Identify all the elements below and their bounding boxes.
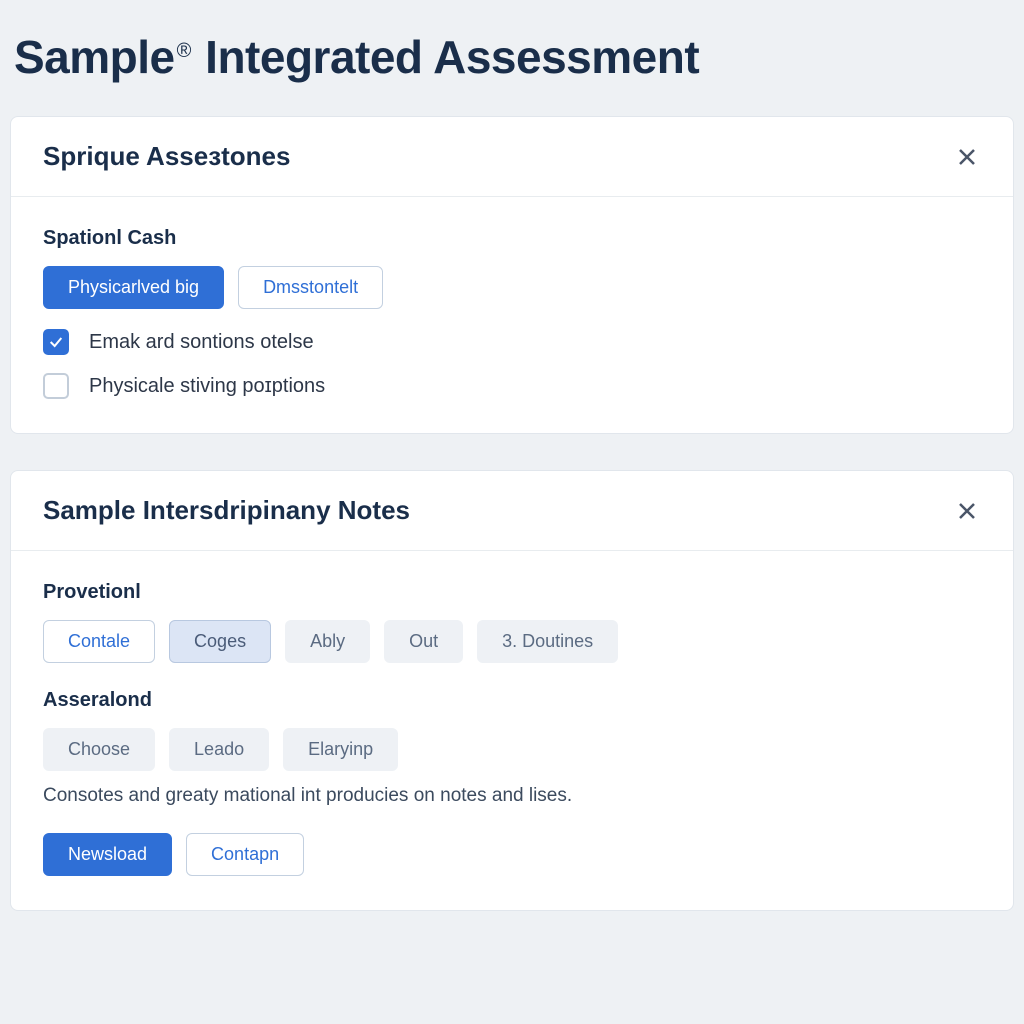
checkbox-label: Emak ard sontions otelse [89, 331, 314, 354]
card-assessments: Sprique Asseɜtones Spationl Cash Physica… [10, 116, 1014, 434]
checkbox-row: Emak ard sontions otelse [43, 329, 981, 355]
checkbox-physicale[interactable] [43, 373, 69, 399]
tab-choose[interactable]: Choose [43, 728, 155, 771]
tab-out[interactable]: Out [384, 620, 463, 663]
tab-leado[interactable]: Leado [169, 728, 269, 771]
card-body: Provetionl Contale Coges Ably Out 3. Dou… [11, 551, 1013, 910]
checkbox-emak[interactable] [43, 329, 69, 355]
newsload-button[interactable]: Newsload [43, 833, 172, 876]
title-suffix: Integrated Assessment [205, 31, 699, 83]
tab-ably[interactable]: Ably [285, 620, 370, 663]
close-button[interactable] [953, 497, 981, 525]
card-header: Sample Intersdripinany Notes [11, 471, 1013, 551]
section-label: Asseralond [43, 689, 981, 712]
tab-contale[interactable]: Contale [43, 620, 155, 663]
tabs-row: Contale Coges Ably Out 3. Doutines [43, 620, 981, 663]
card-body: Spationl Cash Physicarlved big Dmsstonte… [11, 197, 1013, 433]
tab-elaryinp[interactable]: Elaryinp [283, 728, 398, 771]
card-notes: Sample Intersdripinany Notes Provetionl … [10, 470, 1014, 911]
section-asseralond: Asseralond Choose Leado Elaryinp [43, 689, 981, 771]
page-title: Sample® Integrated Assessment [14, 30, 1014, 84]
title-prefix: Sample [14, 31, 175, 83]
contapn-button[interactable]: Contapn [186, 833, 304, 876]
secondary-button[interactable]: Dmsstontelt [238, 266, 383, 309]
registered-icon: ® [177, 40, 191, 62]
physical-button[interactable]: Physicarlved big [43, 266, 224, 309]
action-row: Newsload Contapn [43, 833, 981, 876]
checkbox-row: Physicale stiving poɪptions [43, 373, 981, 399]
close-icon [955, 499, 979, 523]
section-label: Provetionl [43, 581, 981, 604]
tab-doutines[interactable]: 3. Doutines [477, 620, 618, 663]
checkbox-label: Physicale stiving poɪptions [89, 375, 325, 398]
card-title: Sprique Asseɜtones [43, 141, 290, 172]
tabs-row: Choose Leado Elaryinp [43, 728, 981, 771]
close-icon [955, 145, 979, 169]
check-icon [48, 334, 64, 350]
section-label: Spationl Cash [43, 227, 981, 250]
section-provetionl: Provetionl Contale Coges Ably Out 3. Dou… [43, 581, 981, 663]
tab-coges[interactable]: Coges [169, 620, 271, 663]
card-title: Sample Intersdripinany Notes [43, 495, 410, 526]
description-text: Consotes and greaty mational int produci… [43, 785, 981, 807]
card-header: Sprique Asseɜtones [11, 117, 1013, 197]
close-button[interactable] [953, 143, 981, 171]
button-row: Physicarlved big Dmsstontelt [43, 266, 981, 309]
